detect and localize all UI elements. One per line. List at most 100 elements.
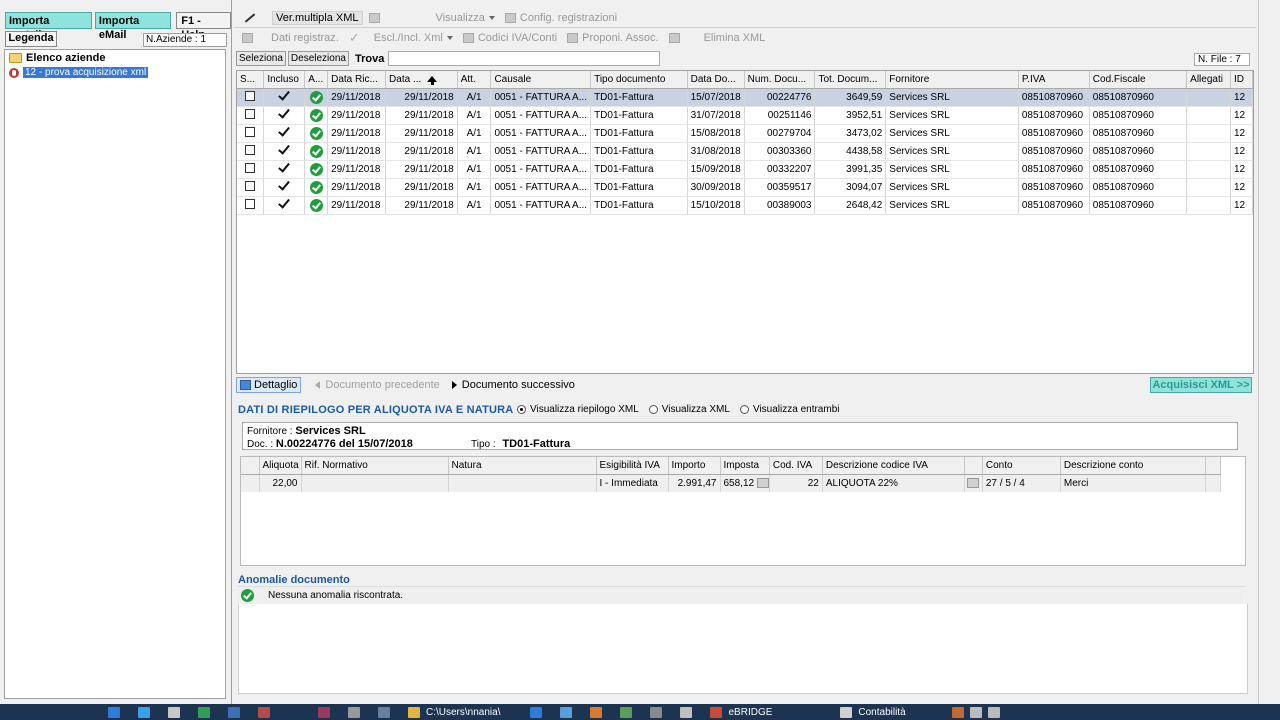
escl-incl-dropdown[interactable]: Escl./Incl. Xml [374, 32, 453, 44]
radio-both[interactable]: Visualizza entrambi [739, 404, 839, 415]
dettaglio-button[interactable]: Dettaglio [236, 377, 302, 393]
pdf-icon[interactable] [258, 706, 270, 718]
checkbox[interactable] [245, 126, 256, 137]
table-icon[interactable] [242, 33, 253, 43]
import-email-button[interactable]: Importa eMail [94, 12, 172, 41]
document-icon[interactable] [368, 12, 380, 23]
app-icon[interactable] [710, 706, 723, 718]
acquire-xml-button[interactable]: Acquisisci XML >> [1150, 377, 1252, 393]
checkbox[interactable] [245, 198, 256, 209]
app-icon[interactable] [318, 706, 330, 718]
table-row[interactable]: 29/11/2018 29/11/2018 A/1 0051 - FATTURA A.… [237, 196, 1253, 215]
column-header[interactable]: Num. Docu... [744, 71, 816, 89]
row-select-cell[interactable] [237, 142, 265, 161]
app-icon[interactable] [378, 706, 390, 718]
checkbox[interactable] [245, 108, 256, 119]
row-select-cell[interactable] [237, 106, 265, 125]
app-icon[interactable] [530, 706, 543, 718]
lookup-button[interactable] [756, 478, 769, 489]
column-header[interactable]: Causale [490, 71, 592, 89]
browser-icon[interactable] [138, 706, 150, 718]
tree-item-company[interactable]: 12 - prova acquisizione xml [9, 67, 149, 78]
ver-multipla-button[interactable]: Ver.multipla XML [272, 10, 363, 25]
app-icon[interactable] [560, 706, 573, 718]
table-row[interactable]: 29/11/2018 29/11/2018 A/1 0051 - FATTURA A.… [237, 88, 1253, 107]
column-header[interactable]: Data Ric... [327, 71, 387, 89]
next-document-button[interactable]: Documento successivo [451, 379, 575, 391]
excel-icon[interactable] [198, 706, 210, 718]
companies-tree[interactable]: Elenco aziende 12 - prova acquisizione x… [4, 49, 226, 699]
column-header[interactable]: Allegati [1186, 71, 1231, 89]
app-icon[interactable] [168, 706, 180, 718]
included-cell[interactable] [263, 178, 306, 197]
lookup-button[interactable] [967, 478, 980, 489]
taskbar-explorer[interactable]: C:\Users\nnania\ [426, 707, 500, 718]
row-select-cell[interactable] [237, 124, 265, 143]
visualizza-dropdown[interactable]: Visualizza [436, 12, 495, 24]
select-all-button[interactable]: Seleziona [236, 51, 286, 66]
tray-icon[interactable] [951, 706, 964, 718]
app-icon[interactable] [840, 706, 853, 718]
included-cell[interactable] [263, 106, 306, 125]
column-header[interactable]: P.IVA [1018, 71, 1090, 89]
row-select-cell[interactable] [237, 88, 265, 107]
column-header[interactable]: Data ... [385, 71, 458, 89]
previous-document-button[interactable]: Documento precedente [315, 379, 440, 391]
app-icon[interactable] [590, 706, 603, 718]
vat-summary-grid[interactable]: Aliquota Rif. Normativo Natura Esigibili… [240, 456, 1246, 566]
checkbox[interactable] [245, 90, 256, 101]
column-header[interactable]: Tot. Docum... [814, 71, 887, 89]
column-header[interactable]: S... [237, 71, 265, 89]
volume-icon[interactable] [987, 706, 1000, 718]
column-header[interactable]: Att. [457, 71, 492, 89]
word-icon[interactable] [228, 706, 240, 718]
column-header[interactable]: Fornitore [885, 71, 1019, 89]
vertical-scrollbar[interactable] [1258, 0, 1280, 704]
column-header[interactable]: Tipo documento [590, 71, 688, 89]
column-header[interactable]: A... [304, 71, 329, 89]
app-icon[interactable] [620, 706, 633, 718]
help-button[interactable]: F1 - Help [176, 12, 231, 41]
network-icon[interactable] [969, 706, 982, 718]
vat-row[interactable]: 22,00 I - Immediata 2.991,47 658,12 22 A… [241, 474, 1221, 492]
windows-start-icon[interactable] [108, 706, 120, 718]
config-button[interactable]: Config. registrazioni [504, 12, 617, 24]
grid-icon[interactable] [668, 33, 680, 43]
included-cell[interactable] [263, 142, 306, 161]
legend-button[interactable]: Legenda [5, 31, 57, 47]
app-icon[interactable] [650, 706, 663, 718]
dati-registraz-button[interactable]: Dati registraz. [271, 32, 339, 44]
checkmark-icon[interactable]: ✓ [349, 30, 360, 46]
included-cell[interactable] [263, 196, 306, 215]
taskbar-contabilita[interactable]: Contabilità [858, 707, 905, 718]
search-input[interactable] [388, 51, 661, 66]
included-cell[interactable] [263, 124, 306, 143]
pen-icon[interactable] [242, 12, 256, 24]
checkbox[interactable] [245, 144, 256, 155]
column-header[interactable]: Data Do... [687, 71, 745, 89]
app-icon[interactable] [680, 706, 693, 718]
row-select-cell[interactable] [237, 178, 265, 197]
table-row[interactable]: 29/11/2018 29/11/2018 A/1 0051 - FATTURA A.… [237, 106, 1253, 125]
taskbar-ebridge[interactable]: eBRIDGE [728, 707, 772, 718]
row-select-cell[interactable] [237, 160, 265, 179]
table-row[interactable]: 29/11/2018 29/11/2018 A/1 0051 - FATTURA A.… [237, 160, 1253, 179]
table-row[interactable]: 29/11/2018 29/11/2018 A/1 0051 - FATTURA A.… [237, 124, 1253, 143]
folder-icon[interactable] [408, 706, 420, 718]
codici-iva-button[interactable]: Codici IVA/Conti [462, 32, 557, 44]
column-header[interactable]: ID [1230, 71, 1253, 89]
tree-root[interactable]: Elenco aziende [9, 52, 105, 64]
table-row[interactable]: 29/11/2018 29/11/2018 A/1 0051 - FATTURA A.… [237, 142, 1253, 161]
included-cell[interactable] [263, 160, 306, 179]
included-cell[interactable] [263, 88, 306, 107]
proponi-button[interactable]: Proponi. Assoc. [567, 32, 659, 44]
row-select-cell[interactable] [237, 196, 265, 215]
radio-summary-xml[interactable]: Visualizza riepilogo XML [517, 404, 639, 415]
column-header[interactable]: Cod.Fiscale [1089, 71, 1188, 89]
column-header[interactable]: Incluso [263, 71, 306, 89]
radio-xml[interactable]: Visualizza XML [648, 404, 730, 415]
app-icon[interactable] [348, 706, 360, 718]
documents-grid[interactable]: S... Incluso A... Data Ric... Data ... Att. Ca… [236, 70, 1254, 374]
import-folders-button[interactable]: Importa cartelle [5, 12, 92, 41]
checkbox[interactable] [245, 162, 256, 173]
